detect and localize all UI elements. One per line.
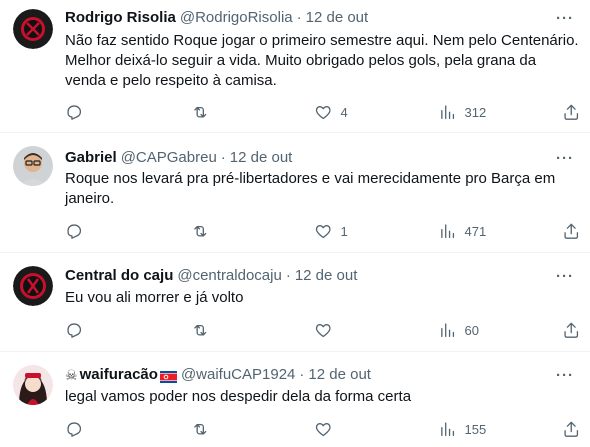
more-icon[interactable]: ··· [554,8,576,28]
like-button[interactable] [314,417,341,441]
views-icon [441,105,455,119]
views-button[interactable]: 155 [438,417,486,441]
separator: · [296,9,302,26]
retweet-button[interactable] [191,219,218,243]
heart-icon [315,323,331,337]
retweet-icon [194,324,207,336]
like-count: 4 [340,104,348,120]
author-handle[interactable]: @centraldocaju [177,266,281,286]
like-button[interactable] [314,318,341,342]
like-button[interactable]: 4 [314,100,348,124]
heart-icon [315,422,331,436]
views-icon [441,224,455,238]
more-icon[interactable]: ··· [554,365,576,385]
heart-icon [315,105,331,119]
tweet-date[interactable]: 12 de out [230,148,293,168]
reply-icon [67,323,82,338]
avatar[interactable] [13,365,53,405]
skull-crossbones-icon: ☠ [65,367,78,383]
retweet-button[interactable] [191,318,218,342]
tweet-actions: 60 [60,318,585,342]
north-korea-flag-icon [159,369,177,383]
retweet-icon [194,106,207,118]
author-handle[interactable]: @waifuCAP1924 [181,365,295,385]
retweet-button[interactable] [191,417,218,441]
reply-button[interactable] [65,318,92,342]
author-name[interactable]: waifuracão [80,365,158,385]
reply-button[interactable] [65,100,92,124]
tweet-text: Eu vou ali morrer e já volto [65,289,244,306]
retweet-button[interactable] [191,100,218,124]
share-button[interactable] [562,100,581,124]
reply-button[interactable] [65,219,92,243]
views-icon [441,323,455,337]
views-count: 471 [464,223,487,239]
tweet-actions: 155 [60,417,585,441]
views-icon [441,422,455,436]
avatar[interactable] [13,266,53,306]
reply-icon [67,422,82,437]
views-count: 60 [464,322,479,338]
author-name[interactable]: Rodrigo Risolia [65,8,176,28]
views-button[interactable]: 312 [438,100,486,124]
views-count: 312 [464,104,487,120]
share-icon [564,421,579,437]
share-button[interactable] [562,417,581,441]
tweet-date[interactable]: 12 de out [295,266,358,286]
share-button[interactable] [562,318,581,342]
tweet-text: Roque nos levará pra pré-libertadores e … [65,170,556,207]
reply-icon [67,105,82,120]
like-button[interactable]: 1 [314,219,348,243]
tweet-text: Não faz sentido Roque jogar o primeiro s… [65,32,579,89]
tweet[interactable]: ☠ waifuracão @waifuCAP1924 · 12 de out ·… [0,352,590,447]
retweet-icon [194,225,207,237]
author-name[interactable]: Gabriel [65,148,117,168]
reply-icon [67,224,82,239]
tweet-date[interactable]: 12 de out [308,365,371,385]
author-name[interactable]: Central do caju [65,266,173,286]
separator: · [299,366,305,383]
views-count: 155 [464,421,487,437]
share-icon [564,104,579,120]
more-icon[interactable]: ··· [554,266,576,286]
views-button[interactable]: 471 [438,219,486,243]
tweet[interactable]: Central do caju @centraldocaju · 12 de o… [0,253,590,352]
avatar[interactable] [13,146,53,186]
tweet-actions: 4 312 [60,100,585,124]
heart-icon [315,224,331,238]
retweet-icon [194,423,207,435]
tweet[interactable]: Gabriel @CAPGabreu · 12 de out ··· Roque… [0,133,590,253]
tweet-actions: 1 471 [60,219,585,243]
tweet-date[interactable]: 12 de out [306,8,369,28]
separator: · [220,149,226,166]
like-count: 1 [340,223,348,239]
share-icon [564,322,579,338]
author-handle[interactable]: @CAPGabreu [121,148,217,168]
reply-button[interactable] [65,417,92,441]
separator: · [285,267,291,284]
avatar[interactable] [13,9,53,49]
views-button[interactable]: 60 [438,318,479,342]
more-icon[interactable]: ··· [554,148,576,168]
tweet[interactable]: Rodrigo Risolia @RodrigoRisolia · 12 de … [0,0,590,133]
share-button[interactable] [562,219,581,243]
share-icon [564,223,579,239]
tweet-text: legal vamos poder nos despedir dela da f… [65,388,412,405]
author-handle[interactable]: @RodrigoRisolia [180,8,293,28]
